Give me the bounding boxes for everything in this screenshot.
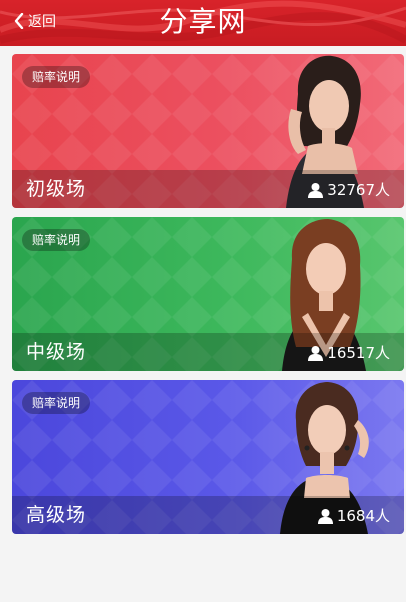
room-card-intermediate[interactable]: 赔率说明 中级场 16517人 <box>12 217 404 371</box>
odds-explanation-badge[interactable]: 赔率说明 <box>22 392 91 414</box>
user-icon <box>308 183 324 198</box>
room-name: 初级场 <box>26 178 87 200</box>
room-name: 高级场 <box>26 504 87 526</box>
odds-explanation-badge[interactable]: 赔率说明 <box>22 229 91 251</box>
header-bar: 返回 分享网 <box>0 0 406 46</box>
page-title: 分享网 <box>159 5 247 38</box>
user-icon <box>308 346 324 361</box>
player-count-value: 32767人 <box>327 181 390 199</box>
player-count: 1684人 <box>317 506 390 526</box>
player-count: 16517人 <box>308 343 390 363</box>
player-count: 32767人 <box>308 180 390 200</box>
player-count-value: 1684人 <box>336 507 390 525</box>
room-card-advanced[interactable]: 赔率说明 高级场 1684人 <box>12 380 404 534</box>
room-card-beginner[interactable]: 赔率说明 初级场 32767人 <box>12 54 404 208</box>
player-count-value: 16517人 <box>327 344 390 362</box>
user-icon <box>317 509 333 524</box>
odds-explanation-badge[interactable]: 赔率说明 <box>22 66 91 88</box>
room-name: 中级场 <box>26 341 87 363</box>
